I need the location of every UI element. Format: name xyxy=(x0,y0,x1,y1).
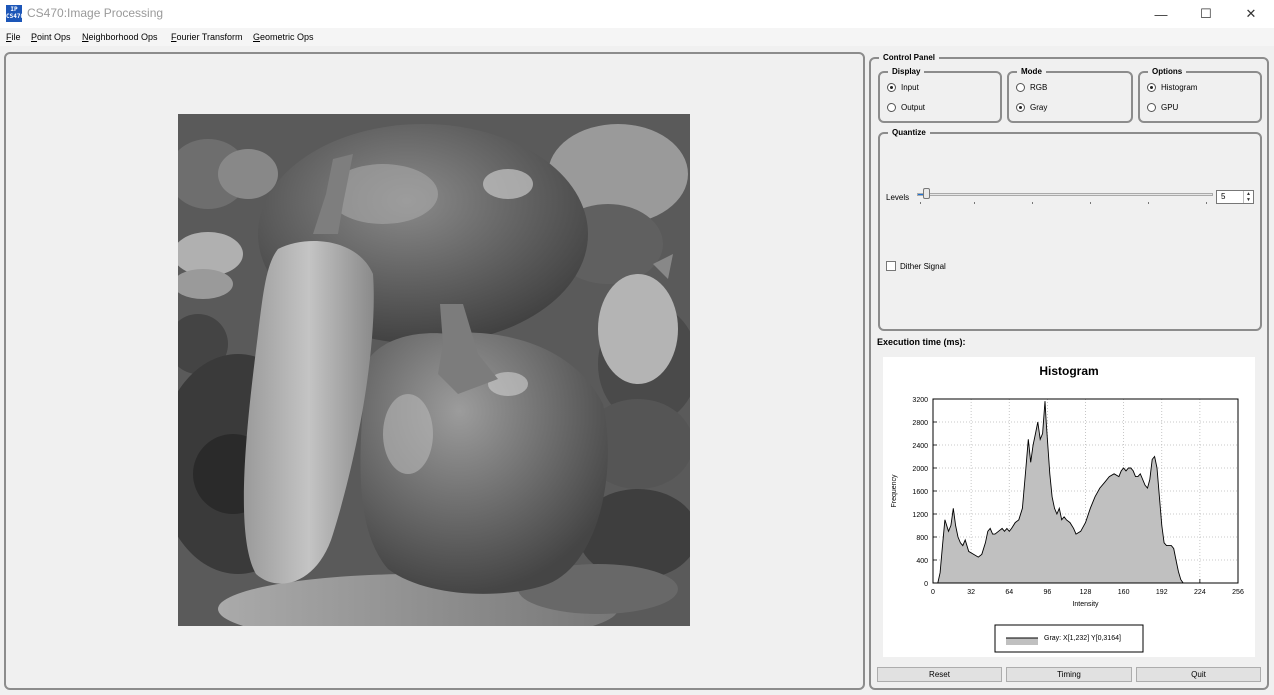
options-group: Options Histogram GPU xyxy=(1138,66,1262,123)
x-tick-label: 192 xyxy=(1156,589,1168,596)
slider-tick xyxy=(920,202,921,204)
radio-indicator xyxy=(1147,103,1156,112)
menu-geometric-ops[interactable]: Geometric Ops xyxy=(253,32,314,42)
radio-indicator xyxy=(1016,103,1025,112)
x-tick-label: 128 xyxy=(1080,589,1092,596)
x-tick-label: 0 xyxy=(931,589,935,596)
menu-file[interactable]: File xyxy=(6,32,21,42)
execution-time-label: Execution time (ms): xyxy=(877,337,966,347)
radio-indicator xyxy=(1016,83,1025,92)
radio-display-input[interactable]: Input xyxy=(887,83,919,92)
y-tick-label: 1200 xyxy=(912,512,928,519)
control-panel-title: Control Panel xyxy=(879,52,940,63)
menu-point-ops[interactable]: Point Ops xyxy=(31,32,71,42)
spinbox-arrows[interactable]: ▲ ▼ xyxy=(1243,191,1253,203)
histogram-area xyxy=(933,401,1210,583)
peppers-image-drawing xyxy=(178,114,690,626)
x-tick-label: 224 xyxy=(1194,589,1206,596)
y-tick-label: 400 xyxy=(916,558,928,565)
radio-label-input: Input xyxy=(901,83,919,92)
peppers-image xyxy=(178,114,690,626)
radio-mode-gray[interactable]: Gray xyxy=(1016,103,1047,112)
slider-tick xyxy=(1148,202,1149,204)
y-tick-label: 2800 xyxy=(912,420,928,427)
reset-button[interactable]: Reset xyxy=(877,667,1002,682)
radio-option-gpu[interactable]: GPU xyxy=(1147,103,1178,112)
levels-label: Levels xyxy=(886,193,910,202)
levels-spinbox-value: 5 xyxy=(1221,192,1226,201)
y-tick-label: 1600 xyxy=(912,489,928,496)
display-group: Display Input Output xyxy=(878,66,1002,123)
slider-tick xyxy=(1206,202,1207,204)
image-display-panel xyxy=(4,52,865,690)
x-tick-label: 64 xyxy=(1005,589,1013,596)
y-tick-label: 2400 xyxy=(912,443,928,450)
radio-indicator xyxy=(887,103,896,112)
y-tick-label: 2000 xyxy=(912,466,928,473)
y-tick-label: 3200 xyxy=(912,397,928,404)
quantize-group: Quantize Levels 5 ▲ ▼ Dither Signal xyxy=(878,127,1262,331)
radio-mode-rgb[interactable]: RGB xyxy=(1016,83,1047,92)
histogram-chart: Histogram 0 32 64 96 128 160 192 224 256 0 400 800 12… xyxy=(883,357,1255,657)
slider-tick xyxy=(1090,202,1091,204)
levels-spinbox[interactable]: 5 ▲ ▼ xyxy=(1216,190,1254,204)
dither-label: Dither Signal xyxy=(900,262,946,271)
radio-label-gpu: GPU xyxy=(1161,103,1179,112)
radio-indicator xyxy=(1147,83,1156,92)
y-tick-label: 800 xyxy=(916,535,928,542)
chart-title: Histogram xyxy=(1039,364,1098,378)
maximize-button[interactable]: ☐ xyxy=(1183,0,1229,28)
legend-text: Gray: X[1,232] Y[0,3164] xyxy=(1044,635,1121,642)
radio-label-histogram: Histogram xyxy=(1161,83,1198,92)
timing-button[interactable]: Timing xyxy=(1006,667,1132,682)
title-bar: IP CS470 CS470:Image Processing — ☐ ✕ xyxy=(0,0,1274,28)
radio-display-output[interactable]: Output xyxy=(887,103,925,112)
x-tick-label: 256 xyxy=(1232,589,1244,596)
menu-neighborhood-ops[interactable]: Neighborhood Ops xyxy=(82,32,158,42)
y-axis-label: Frequency xyxy=(891,474,898,508)
slider-tick xyxy=(1032,202,1033,204)
menu-fourier-transform[interactable]: Fourier Transform xyxy=(171,32,243,42)
quit-button[interactable]: Quit xyxy=(1136,667,1261,682)
x-tick-label: 96 xyxy=(1043,589,1051,596)
radio-indicator xyxy=(887,83,896,92)
close-button[interactable]: ✕ xyxy=(1228,0,1274,28)
minimize-button[interactable]: — xyxy=(1138,0,1184,28)
x-tick-label: 160 xyxy=(1118,589,1130,596)
mode-group-title: Mode xyxy=(1017,66,1046,77)
histogram-svg: Histogram 0 32 64 96 128 160 192 224 256 0 400 800 12… xyxy=(891,364,1244,653)
radio-label-rgb: RGB xyxy=(1030,83,1048,92)
radio-option-histogram[interactable]: Histogram xyxy=(1147,83,1197,92)
levels-slider-track[interactable] xyxy=(917,193,1213,196)
quantize-group-title: Quantize xyxy=(888,127,930,138)
radio-label-output: Output xyxy=(901,103,926,112)
levels-slider-handle[interactable] xyxy=(923,188,930,199)
mode-group: Mode RGB Gray xyxy=(1007,66,1133,123)
radio-label-gray: Gray xyxy=(1030,103,1048,112)
menu-bar: File Point Ops Neighborhood Ops Fourier … xyxy=(0,28,1274,46)
slider-tick xyxy=(974,202,975,204)
x-tick-label: 32 xyxy=(967,589,975,596)
legend-swatch xyxy=(1006,638,1038,645)
dither-checkbox[interactable] xyxy=(886,261,896,271)
display-group-title: Display xyxy=(888,66,925,77)
options-group-title: Options xyxy=(1148,66,1187,77)
y-tick-label: 0 xyxy=(924,581,928,588)
window-title: CS470:Image Processing xyxy=(27,6,164,20)
x-axis-label: Intensity xyxy=(1072,601,1099,608)
app-icon: IP CS470 xyxy=(6,5,25,22)
